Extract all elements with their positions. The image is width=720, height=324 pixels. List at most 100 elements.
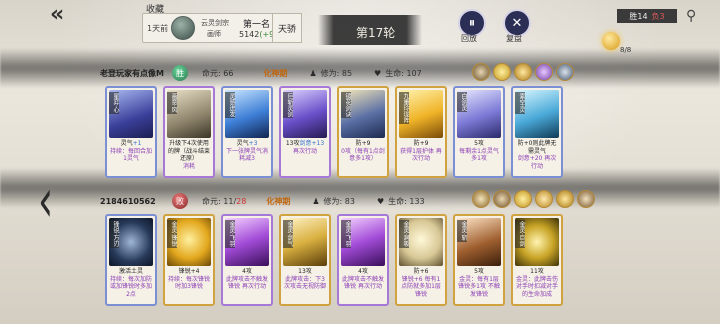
card-effect-secondary: 金灵：每有1层锋锐多1攻 不触发锋锐: [458, 275, 500, 298]
replay-label: 回放: [461, 34, 477, 43]
skill-card[interactable]: 金灵·斩 5攻 金灵：每有1层锋锐多1攻 不触发锋锐: [453, 214, 505, 306]
skill-card[interactable]: 金灵·剑气 13攻 此牌攻击：下3次攻击无视防御: [279, 214, 331, 306]
player-title: 画师: [207, 30, 221, 38]
card-description: 激活土灵 持续：每次加防或加锋锐时多加2点: [109, 268, 153, 302]
card-name: 索空·灵: [515, 92, 525, 114]
card-name: 灵感迸发: [225, 92, 235, 118]
player2-life: 生命: 133: [388, 196, 425, 206]
close-icon: ✕: [511, 15, 523, 31]
card-effect-secondary: 每剩余1点灵气多1攻: [459, 147, 499, 163]
card-description: 锋锐+4 持续：每次锋锐时加3锋锐: [167, 268, 211, 302]
skill-card[interactable]: 金灵·巨剑 11攻 金灵：此牌击伤对手时扣减对手的生命加成: [511, 214, 563, 306]
player1-realm: 化神期: [263, 68, 288, 78]
back-arrow-icon[interactable]: «: [50, 4, 76, 26]
skill-card[interactable]: 九重玲珑阵防+9 获得1层护体 再次行动: [395, 86, 447, 178]
player1-result-badge: 胜: [172, 65, 188, 81]
card-description: 灵气+1 持续：每回合加1灵气: [109, 140, 153, 174]
buff-icon[interactable]: [493, 63, 511, 81]
card-description: 5攻 每剩余1点灵气多1攻: [457, 140, 501, 174]
card-name: 巨斩灵剑: [283, 92, 293, 118]
card-name: 锋锐·万刃: [109, 220, 119, 248]
card-description: 防+9 0攻（每有1点剑意多1攻）: [341, 140, 385, 174]
skill-card[interactable]: 星弈·心 灵气+1 持续：每回合加1灵气: [105, 86, 157, 178]
player-sect: 云灵剑宗: [201, 19, 229, 27]
buff-icon[interactable]: [535, 63, 553, 81]
player1-cultivation: 修为: 85: [320, 68, 353, 78]
card-effect-primary: 防+9: [413, 140, 429, 147]
card-description: 4攻 此牌攻击不触发锋锐 再次行动: [225, 268, 269, 302]
card-effect-secondary: 持续：每回合加1灵气: [109, 147, 152, 163]
card-effect-primary: 13攻: [298, 268, 312, 275]
player1-hp: 命元: 66: [202, 68, 234, 78]
pause-icon: ⏸: [468, 15, 476, 31]
buff-icon[interactable]: [514, 63, 532, 81]
skill-card[interactable]: 白剑灵 5攻 每剩余1点灵气多1攻: [453, 86, 505, 178]
card-description: 4攻 此牌攻击不触发锋锐 再次行动: [341, 268, 385, 302]
previous-arrow-icon[interactable]: ‹: [38, 165, 53, 235]
card-name: 画意·风: [167, 92, 177, 114]
buff-icon[interactable]: [556, 190, 574, 208]
card-effect-secondary: 锋锐+6 每有1点防就多加1层锋锐: [401, 275, 441, 298]
card-name: 九重玲珑阵: [399, 92, 409, 124]
card-effect-secondary: 此牌攻击不触发锋锐 再次行动: [225, 275, 268, 291]
buff-icon[interactable]: [535, 190, 553, 208]
card-effect-primary: 升级下4次使用的牌（战斗结束还原）: [167, 140, 210, 162]
card-name: 金灵·锋锐: [167, 220, 177, 248]
skill-card[interactable]: 索空·灵防+0则此牌无需灵气 剑意+20 再次行动: [511, 86, 563, 178]
review-label: 复盘: [506, 34, 522, 43]
card-effect-secondary: 0攻（每有1点剑意多1攻）: [341, 147, 385, 163]
player1-card-row: 星弈·心 灵气+1 持续：每回合加1灵气 画意·风 升级下4次使用的牌（战斗结束还原）消…: [105, 86, 563, 178]
skill-card[interactable]: 锋锐·万刃激活土灵 持续：每次加防或加锋锐时多加2点: [105, 214, 157, 306]
share-icon[interactable]: ⚲: [686, 8, 696, 24]
card-effect-primary: 防+6: [413, 268, 429, 275]
card-name: 金灵·飞羽: [225, 220, 235, 248]
skill-card[interactable]: 灵感迸发 灵气+3 下一张牌灵气消耗减3: [221, 86, 273, 178]
buff-icon[interactable]: [493, 190, 511, 208]
gold-orb-icon: [602, 32, 620, 50]
losses-count: 负3: [651, 11, 665, 21]
card-effect-secondary: 金灵：此牌击伤对手时扣减对手的生命加成: [515, 275, 558, 298]
card-effect-secondary: 此牌攻击：下3次攻击无视防御: [283, 275, 326, 291]
time-ago: 1天前: [147, 24, 169, 33]
card-description: 5攻 金灵：每有1层锋锐多1攻 不触发锋锐: [457, 268, 501, 302]
skill-card[interactable]: 画意·风 升级下4次使用的牌（战斗结束还原） 消耗: [163, 86, 215, 178]
cultivation-icon: ♟: [312, 196, 320, 206]
card-effect-primary: 灵气+3: [236, 140, 258, 147]
skill-card[interactable]: 金灵·洞吸 防+6 锋锐+6 每有1点防就多加1层锋锐: [395, 214, 447, 306]
card-effect-primary: 5攻: [474, 140, 484, 147]
skill-card[interactable]: 巨斩灵剑 13攻剑意+13 再次行动: [279, 86, 331, 178]
card-effect-primary: 防+9: [355, 140, 371, 147]
buff-icon[interactable]: [514, 190, 532, 208]
card-effect-primary: 锋锐+4: [178, 268, 200, 275]
card-name: 金灵·飞羽: [341, 220, 351, 248]
player1-buffs: [472, 63, 574, 81]
card-description: 防+0则此牌无需灵气 剑意+20 再次行动: [515, 140, 559, 174]
player2-card-row: 锋锐·万刃 激活土灵 持续：每次加防或加锋锐时多加2点 金灵·锋锐 锋锐+4 持续：每次锋…: [105, 214, 563, 306]
heart-icon: ♥: [376, 196, 385, 206]
wins-count: 胜14: [629, 11, 648, 21]
skill-card[interactable]: 金灵·飞羽 4攻 此牌攻击不触发锋锐 再次行动: [221, 214, 273, 306]
player1-life: 生命: 107: [385, 68, 422, 78]
card-effect-primary: 4攻: [242, 268, 252, 275]
skill-card[interactable]: 金灵·锋锐锋锐+4 持续：每次锋锐时加3锋锐: [163, 214, 215, 306]
card-effect-secondary: 再次行动: [292, 147, 317, 155]
card-description: 11攻 金灵：此牌击伤对手时扣减对手的生命加成: [515, 268, 559, 302]
card-effect-primary: 防+0则此牌无需灵气: [517, 140, 557, 155]
round-label: 第17轮: [356, 26, 396, 40]
player2-buffs: [472, 190, 595, 208]
card-effect-secondary: 持续：每次加防或加锋锐时多加2点: [109, 275, 152, 298]
card-effect-primary: 灵气+1: [120, 140, 142, 147]
win-loss-record: 胜14 负3: [617, 9, 677, 23]
buff-icon[interactable]: [472, 63, 490, 81]
buff-icon[interactable]: [472, 190, 490, 208]
card-description: 13攻 此牌攻击：下3次攻击无视防御: [283, 268, 327, 302]
skill-card[interactable]: 镜花剑诀防+9 0攻（每有1点剑意多1攻）: [337, 86, 389, 178]
buff-icon[interactable]: [577, 190, 595, 208]
buff-icon[interactable]: [556, 63, 574, 81]
player2-name: 2184610562: [100, 196, 156, 206]
card-effect-primary: 5攻: [474, 268, 484, 275]
card-name: 镜花剑诀: [341, 92, 351, 118]
skill-card[interactable]: 金灵·飞羽 4攻 此牌攻击不触发锋锐 再次行动: [337, 214, 389, 306]
card-description: 防+9 获得1层护体 再次行动: [399, 140, 443, 174]
card-name: 白剑灵: [457, 92, 467, 112]
